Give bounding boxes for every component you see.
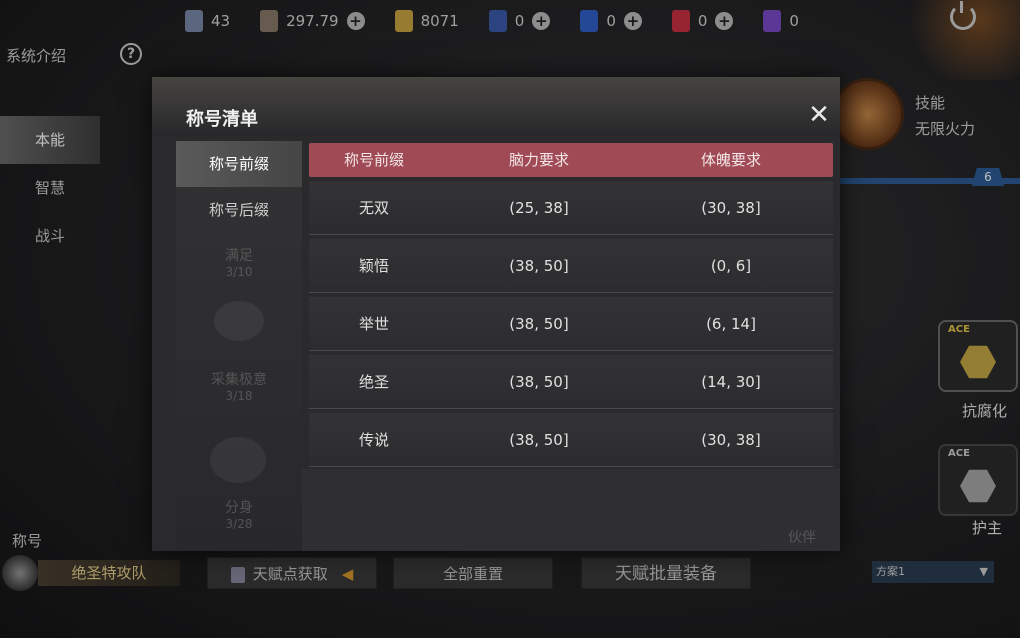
brain-cell: (25, 38]	[509, 199, 569, 217]
title-list-dialog: 称号清单 ✕ 称号前缀 称号后缀 满足 3/10 采集极意 3/18 分身 3/…	[152, 77, 840, 551]
prefix-cell: 无双	[358, 199, 389, 217]
body-cell: (30, 38]	[701, 431, 761, 449]
faded-wolf-icon	[210, 437, 266, 483]
faded-tree-icon	[214, 301, 264, 341]
table-header: 称号前缀 脑力要求 体魄要求	[309, 143, 833, 177]
dialog-title: 称号清单	[186, 109, 258, 130]
faded-item: 采集极意 3/18	[211, 372, 267, 403]
table-row: 无双 (25, 38] (30, 38]	[309, 181, 833, 235]
table-row: 举世 (38, 50] (6, 14]	[309, 297, 833, 351]
brain-cell: (38, 50]	[509, 257, 569, 275]
tab-prefix[interactable]: 称号前缀	[176, 141, 302, 187]
column-header: 体魄要求	[700, 151, 761, 169]
column-header: 脑力要求	[508, 151, 569, 169]
faded-item: 分身 3/28	[225, 500, 253, 531]
faded-item: 满足 3/10	[225, 248, 253, 279]
tab-suffix[interactable]: 称号后缀	[176, 187, 302, 233]
body-cell: (6, 14]	[706, 315, 756, 333]
prefix-cell: 绝圣	[358, 373, 389, 391]
brain-cell: (38, 50]	[509, 315, 569, 333]
prefix-cell: 传说	[358, 431, 389, 449]
close-icon[interactable]: ✕	[804, 101, 834, 131]
table-row: 传说 (38, 50] (30, 38]	[309, 413, 833, 467]
title-table: 称号前缀 脑力要求 体魄要求 无双 (25, 38] (30, 38] 颖悟 (…	[309, 143, 833, 468]
brain-cell: (38, 50]	[509, 431, 569, 449]
dialog-tab-list: 称号前缀 称号后缀 满足 3/10 采集极意 3/18 分身 3/28	[176, 141, 302, 551]
body-cell: (30, 38]	[701, 199, 761, 217]
faded-partner-label: 伙伴	[788, 530, 816, 546]
dialog-footer-area: 伙伴	[302, 469, 840, 551]
prefix-cell: 颖悟	[358, 257, 389, 275]
body-cell: (14, 30]	[701, 373, 761, 391]
table-row: 颖悟 (38, 50] (0, 6]	[309, 239, 833, 293]
body-cell: (0, 6]	[710, 257, 752, 275]
table-row: 绝圣 (38, 50] (14, 30]	[309, 355, 833, 409]
column-header: 称号前缀	[343, 151, 404, 169]
prefix-cell: 举世	[358, 315, 389, 333]
brain-cell: (38, 50]	[509, 373, 569, 391]
